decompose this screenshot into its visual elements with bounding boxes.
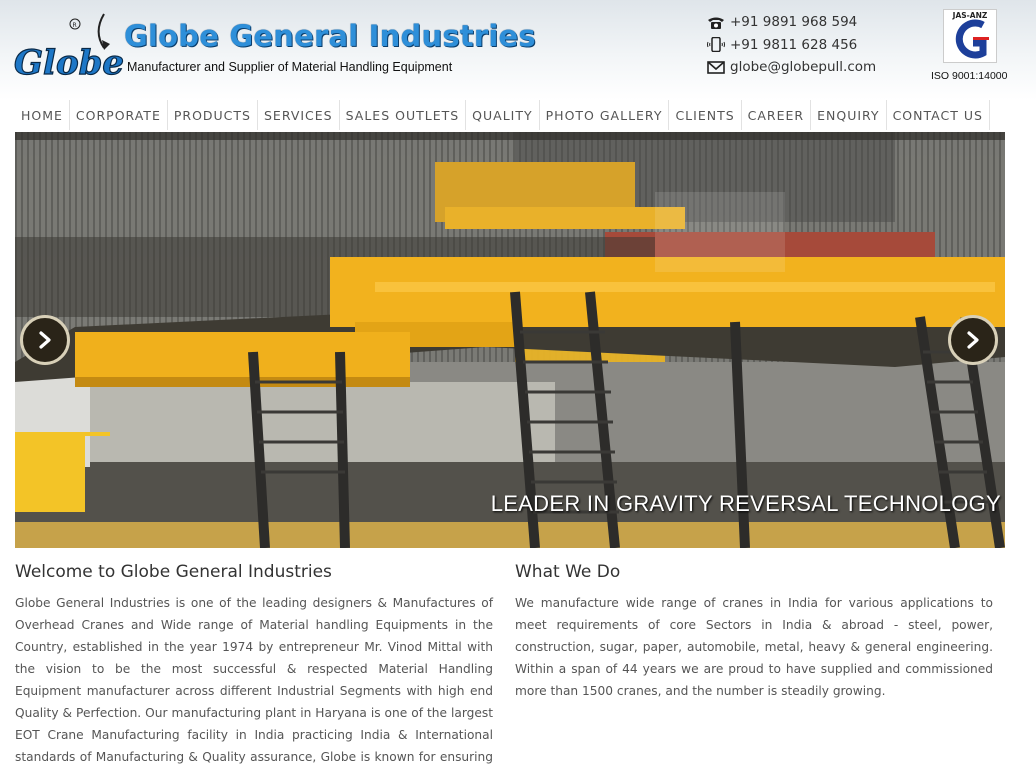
tagline: Manufacturer and Supplier of Material Ha…: [127, 60, 453, 74]
svg-text:R: R: [73, 22, 77, 29]
phone-number-1[interactable]: +91 9891 968 594: [730, 14, 857, 30]
svg-text:JAS-ANZ: JAS-ANZ: [952, 11, 988, 20]
site-header: R Globe Globe General Industries Manufac…: [0, 0, 1036, 100]
email-icon: [707, 60, 725, 74]
welcome-section: Welcome to Globe General Industries Glob…: [15, 562, 493, 773]
main-nav: HOME CORPORATE PRODUCTS SERVICES SALES O…: [15, 100, 990, 130]
nav-photo-gallery[interactable]: PHOTO GALLERY: [540, 100, 670, 130]
chevron-right-icon: [39, 331, 51, 349]
what-we-do-body: We manufacture wide range of cranes in I…: [515, 596, 993, 698]
nav-corporate[interactable]: CORPORATE: [70, 100, 168, 130]
phone-icon: [708, 17, 724, 29]
nav-clients[interactable]: CLIENTS: [669, 100, 742, 130]
mobile-icon: [707, 37, 725, 53]
slider-prev-button[interactable]: [20, 315, 70, 365]
crane-workshop-image: [15, 132, 1005, 548]
chevron-right-icon: [967, 331, 979, 349]
nav-career[interactable]: CAREER: [742, 100, 812, 130]
nav-quality[interactable]: QUALITY: [466, 100, 540, 130]
nav-products[interactable]: PRODUCTS: [168, 100, 258, 130]
jas-anz-certification-icon: JAS-ANZ: [943, 9, 997, 63]
what-we-do-title: What We Do: [515, 562, 621, 582]
mobile-row: +91 9811 628 456: [707, 34, 876, 57]
contact-info: +91 9891 968 594 +91 9811 628 456 globe@…: [707, 11, 876, 79]
nav-sales-outlets[interactable]: SALES OUTLETS: [340, 100, 467, 130]
email-row: globe@globepull.com: [707, 56, 876, 79]
nav-home[interactable]: HOME: [15, 100, 70, 130]
welcome-title: Welcome to Globe General Industries: [15, 562, 332, 582]
slider-caption: LEADER IN GRAVITY REVERSAL TECHNOLOGY: [490, 491, 1001, 516]
email-link[interactable]: globe@globepull.com: [730, 59, 876, 75]
slider-next-button[interactable]: [948, 315, 998, 365]
brand-name: Globe General Industries: [124, 19, 536, 53]
hero-slider[interactable]: LEADER IN GRAVITY REVERSAL TECHNOLOGY: [15, 132, 1005, 548]
phone-number-2[interactable]: +91 9811 628 456: [730, 37, 857, 53]
nav-contact-us[interactable]: CONTACT US: [887, 100, 990, 130]
nav-enquiry[interactable]: ENQUIRY: [811, 100, 887, 130]
iso-certification-text: ISO 9001:14000: [931, 70, 1008, 82]
phone-row: +91 9891 968 594: [707, 11, 876, 34]
welcome-body: Globe General Industries is one of the l…: [15, 596, 493, 773]
svg-text:Globe: Globe: [14, 43, 124, 83]
what-we-do-section: What We Do We manufacture wide range of …: [515, 562, 993, 702]
globe-logo[interactable]: R Globe: [12, 12, 127, 86]
nav-services[interactable]: SERVICES: [258, 100, 340, 130]
